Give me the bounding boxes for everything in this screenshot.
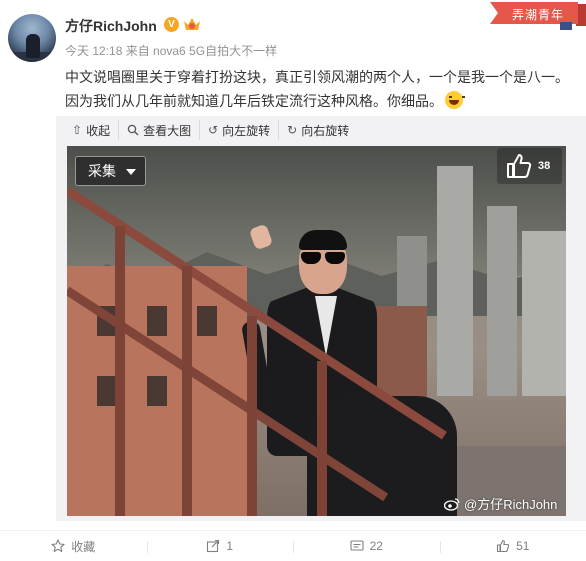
member-crown-icon[interactable] [182, 15, 202, 33]
repost-icon [207, 539, 220, 553]
photo-tower [522, 231, 566, 396]
watermark-text: @方仔RichJohn [464, 497, 558, 512]
collect-label: 采集 [88, 163, 116, 179]
weibo-logo-icon [444, 497, 460, 511]
person-hair [299, 230, 347, 250]
rotate-left-button[interactable]: ↺ 向左旋转 [200, 120, 280, 140]
stair-post [317, 361, 327, 516]
avatar[interactable] [8, 14, 56, 62]
flag-icon [560, 22, 572, 30]
view-large-label: 查看大图 [143, 123, 192, 138]
rotate-right-label: 向右旋转 [301, 123, 350, 138]
thumbs-up-icon [497, 539, 510, 553]
chevron-down-icon [126, 169, 136, 175]
trend-tag-badge[interactable]: 弄潮青年 [490, 0, 586, 30]
post-content: 中文说唱圈里关于穿着打扮这块，真正引领风潮的两个人，一个是我一个是八一。因为我们… [65, 65, 575, 113]
collapse-icon: ⇧ [72, 123, 83, 137]
repost-count: 1 [226, 539, 234, 553]
like-count: 51 [516, 539, 530, 553]
avatar-figure [26, 34, 40, 58]
post-meta: 今天 12:18 来自 nova6 5G自拍大不一样 [65, 44, 278, 58]
rotate-left-label: 向左旋转 [222, 123, 271, 138]
photo-like-button[interactable]: 38 [497, 148, 562, 184]
photo-tower [487, 206, 517, 396]
grin-emoji-icon [445, 91, 465, 109]
collapse-label: 收起 [86, 123, 111, 138]
verified-v-icon[interactable]: V [164, 17, 179, 32]
favorite-button[interactable]: 收藏 [0, 531, 147, 561]
sunglasses [299, 252, 347, 264]
post-text: 中文说唱圈里关于穿着打扮这块，真正引领风潮的两个人，一个是我一个是八一。因为我们… [65, 69, 569, 109]
rotate-left-icon: ↺ [208, 123, 219, 137]
thumbs-up-icon [507, 154, 532, 178]
stair-post [182, 266, 192, 516]
trend-tag-label: 弄潮青年 [512, 8, 565, 22]
username[interactable]: 方仔RichJohn [65, 16, 157, 36]
watermark: @方仔RichJohn [444, 494, 557, 513]
repost-button[interactable]: 1 [146, 531, 294, 561]
star-icon [51, 539, 65, 553]
photo-like-count: 38 [538, 160, 551, 172]
comment-icon [350, 540, 364, 551]
collapse-button[interactable]: ⇧ 收起 [64, 120, 120, 140]
rotate-right-icon: ↻ [287, 123, 298, 137]
view-large-button[interactable]: 查看大图 [119, 120, 201, 140]
comment-count: 22 [369, 539, 383, 553]
post-photo[interactable] [67, 146, 566, 516]
search-icon [127, 124, 139, 136]
stair-post [247, 316, 257, 516]
stair-post [115, 226, 125, 516]
like-button[interactable]: 51 [439, 531, 586, 561]
comment-button[interactable]: 22 [293, 531, 440, 561]
favorite-label: 收藏 [71, 539, 96, 554]
collect-button[interactable]: 采集 [75, 156, 146, 186]
rotate-right-button[interactable]: ↻ 向右旋转 [279, 120, 357, 140]
photo-tower [437, 166, 473, 396]
media-toolbar: ⇧ 收起 查看大图 ↺ 向左旋转 ↻ 向右旋转 [64, 120, 357, 140]
action-bar: 收藏 1 22 51 [0, 530, 586, 561]
